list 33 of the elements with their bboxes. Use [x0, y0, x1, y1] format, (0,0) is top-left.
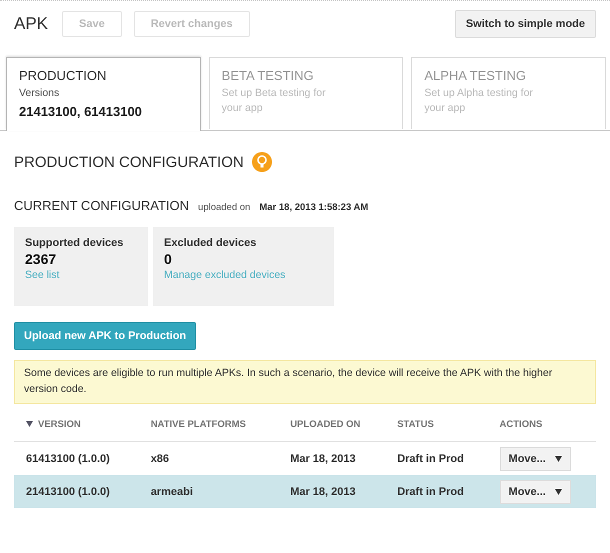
device-count: 2367: [25, 251, 56, 267]
column-header[interactable]: ACTIONS: [500, 418, 542, 430]
table-cell: x86: [138, 442, 278, 475]
column-header[interactable]: VERSION: [38, 418, 81, 430]
upload-date: Mar 18, 2013 1:58:23 AM: [259, 202, 368, 213]
table-cell: Draft in Prod: [385, 442, 488, 475]
table-cell: armeabi: [138, 475, 278, 508]
track-tab[interactable]: ALPHA TESTING Set up Alpha testing for your app: [411, 57, 606, 129]
section-title: PRODUCTION CONFIGURATION: [14, 154, 244, 170]
track-tab[interactable]: BETA TESTING Set up Beta testing for your app: [208, 57, 404, 129]
table-cell: 61413100 (1.0.0): [14, 442, 139, 475]
upload-button[interactable]: Upload new APK to Production: [14, 322, 196, 350]
table-cell: Draft in Prod: [385, 475, 488, 508]
table-cell: Mar 18, 2013: [278, 442, 386, 475]
table-cell: 21413100 (1.0.0): [14, 475, 139, 508]
card-label: Supported devices: [25, 237, 124, 249]
column-header[interactable]: STATUS: [397, 418, 434, 430]
card-label: Excluded devices: [164, 237, 256, 249]
upload-label: uploaded on: [198, 202, 250, 213]
move-dropdown[interactable]: Move...: [500, 480, 571, 504]
subsection-title: CURRENT CONFIGURATION: [14, 198, 190, 213]
move-dropdown[interactable]: Move...: [500, 446, 571, 470]
caret-icon: [554, 488, 562, 494]
track-tab[interactable]: PRODUCTION Versions 21413100, 61413100: [6, 57, 201, 131]
table-cell: Mar 18, 2013: [278, 475, 386, 508]
sort-icon[interactable]: [26, 421, 33, 427]
page-title: APK: [14, 14, 48, 34]
column-header[interactable]: NATIVE PLATFORMS: [150, 418, 246, 430]
notice-message: Some devices are eligible to run multiple APKs. In such a scenario, the device will receive the APK with the higher version code.: [14, 360, 596, 404]
column-header[interactable]: UPLOADED ON: [290, 418, 360, 430]
caret-icon: [554, 456, 562, 462]
device-count: 0: [164, 251, 172, 267]
simple-mode-button[interactable]: Switch to simple mode: [454, 10, 596, 38]
